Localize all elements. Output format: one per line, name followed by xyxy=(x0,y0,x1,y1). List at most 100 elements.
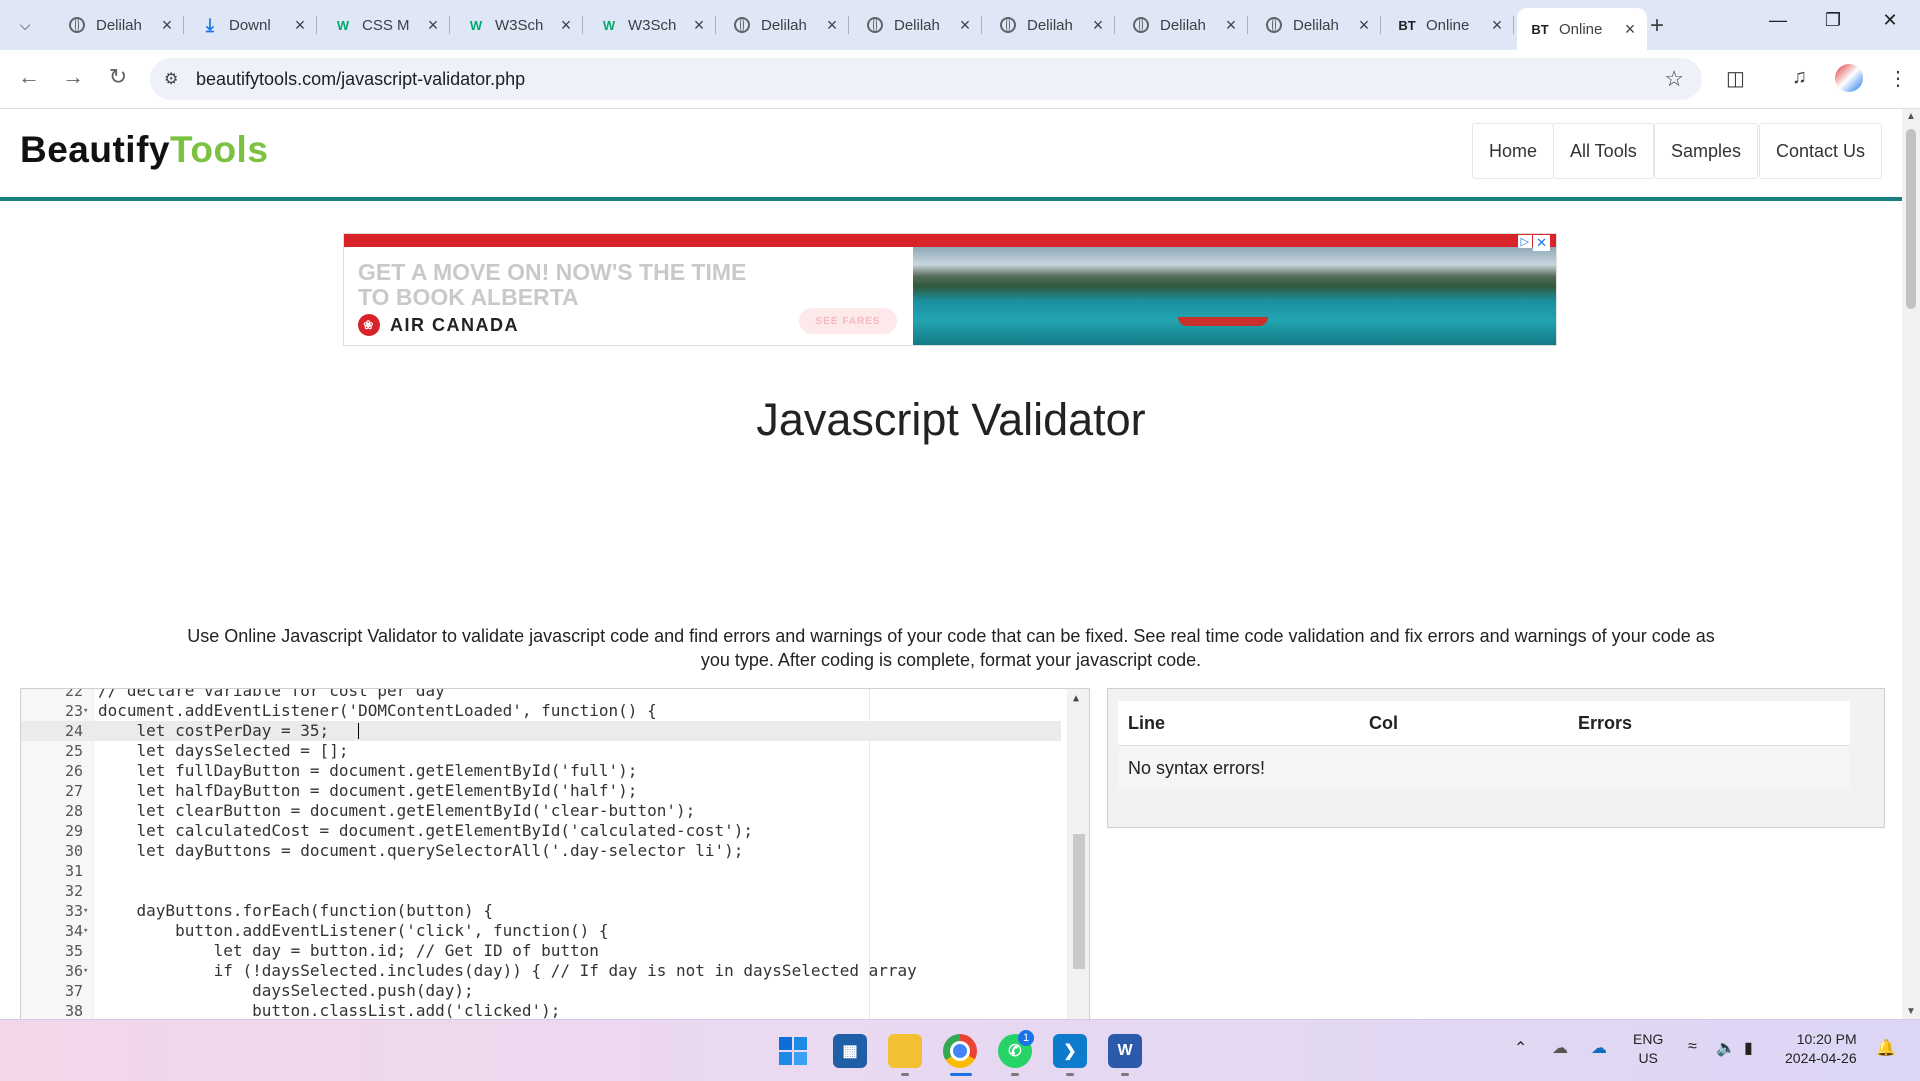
tab-search-chevron-icon[interactable]: ⌵ xyxy=(10,10,40,40)
restore-icon[interactable]: ❐ xyxy=(1813,10,1853,31)
battery-icon[interactable]: ▮ xyxy=(1744,1038,1753,1058)
code-line[interactable]: 22 // declare variable for cost per day xyxy=(21,689,1061,701)
code-line[interactable]: 27 let halfDayButton = document.getEleme… xyxy=(21,781,1061,801)
tab-close-icon[interactable]: × xyxy=(555,15,577,36)
tab-close-icon[interactable]: × xyxy=(1087,15,1109,36)
code-line[interactable]: 28 let clearButton = document.getElement… xyxy=(21,801,1061,821)
code-line[interactable]: 32 xyxy=(21,881,1061,901)
line-number: 34 xyxy=(64,922,83,940)
browser-tab[interactable]: Delilah × xyxy=(719,8,849,42)
code-line[interactable]: 38 button.classList.add('clicked'); xyxy=(21,1001,1061,1019)
fold-arrow-icon[interactable]: ▾ xyxy=(83,701,88,721)
tab-close-icon[interactable]: × xyxy=(289,15,311,36)
microsoft-store-icon[interactable]: ▦ xyxy=(833,1034,867,1068)
back-icon[interactable]: ← xyxy=(14,64,44,90)
tab-close-icon[interactable]: × xyxy=(1220,15,1242,36)
ad-close-icon[interactable]: ✕ xyxy=(1533,235,1550,251)
tab-close-icon[interactable]: × xyxy=(821,15,843,36)
notification-bell-icon[interactable]: 🔔 xyxy=(1876,1038,1896,1058)
editor-scroll-thumb[interactable] xyxy=(1073,834,1085,969)
address-bar[interactable]: ⚙ beautifytools.com/javascript-validator… xyxy=(150,58,1702,100)
url-text[interactable]: beautifytools.com/javascript-validator.p… xyxy=(196,69,525,90)
minimize-icon[interactable]: — xyxy=(1758,10,1798,31)
code-line[interactable]: 34 ▾ button.addEventListener('click', fun… xyxy=(21,921,1061,941)
close-window-icon[interactable]: ✕ xyxy=(1870,10,1910,31)
media-control-icon[interactable]: ♫ xyxy=(1792,66,1807,89)
editor-scrollbar[interactable]: ▲ xyxy=(1067,689,1089,1019)
tab-separator xyxy=(981,16,982,34)
windows-start-icon[interactable] xyxy=(776,1034,810,1068)
code-line[interactable]: 26 let fullDayButton = document.getEleme… xyxy=(21,761,1061,781)
line-number: 23 xyxy=(64,702,83,720)
tab-close-icon[interactable]: × xyxy=(688,15,710,36)
volume-icon[interactable]: 🔈 xyxy=(1716,1038,1736,1058)
scroll-up-icon[interactable]: ▲ xyxy=(1073,693,1079,704)
system-clock[interactable]: 10:20 PM 2024-04-26 xyxy=(1785,1030,1857,1068)
tab-close-icon[interactable]: × xyxy=(954,15,976,36)
code-editor[interactable]: 22// declare variable for cost per day 23… xyxy=(20,688,1090,1019)
onedrive-personal-icon[interactable]: ☁ xyxy=(1552,1038,1568,1058)
code-line[interactable]: 24 let costPerDay = 35; xyxy=(21,721,1061,741)
browser-tab[interactable]: W W3Sch × xyxy=(586,8,716,42)
tab-title: Online xyxy=(1559,20,1603,38)
file-explorer-icon[interactable] xyxy=(888,1034,922,1068)
nav-contact-us[interactable]: Contact Us xyxy=(1759,123,1883,179)
forward-icon[interactable]: → xyxy=(58,64,88,90)
menu-kebab-icon[interactable]: ⋮ xyxy=(1888,66,1908,91)
new-tab-button[interactable]: + xyxy=(1650,12,1664,40)
ad-cta-button[interactable]: SEE FARES xyxy=(799,308,897,334)
nav-all-tools[interactable]: All Tools xyxy=(1553,123,1654,179)
page-scroll-down-icon[interactable]: ▼ xyxy=(1906,1006,1916,1017)
browser-tab[interactable]: Delilah × xyxy=(1251,8,1381,42)
code-line[interactable]: 36 ▾ if (!daysSelected.includes(day)) { /… xyxy=(21,961,1061,981)
bookmark-star-icon[interactable]: ☆ xyxy=(1664,66,1684,92)
tab-close-icon[interactable]: × xyxy=(422,15,444,36)
browser-tab[interactable]: ⤓ Downl × xyxy=(187,8,317,42)
tab-close-icon[interactable]: × xyxy=(1486,15,1508,36)
page-scroll-up-icon[interactable]: ▲ xyxy=(1906,111,1916,122)
browser-tab[interactable]: W CSS M × xyxy=(320,8,450,42)
site-info-icon[interactable]: ⚙ xyxy=(164,69,178,89)
browser-tab[interactable]: Delilah × xyxy=(54,8,184,42)
browser-tab[interactable]: W W3Sch × xyxy=(453,8,583,42)
profile-avatar[interactable] xyxy=(1835,64,1863,92)
code-line[interactable]: 33 ▾ dayButtons.forEach(function(button) … xyxy=(21,901,1061,921)
globe-icon xyxy=(1132,16,1150,34)
fold-arrow-icon[interactable]: ▾ xyxy=(83,921,88,941)
code-line[interactable]: 30 let dayButtons = document.querySelect… xyxy=(21,841,1061,861)
extensions-icon[interactable]: ◫ xyxy=(1726,66,1745,91)
nav-samples[interactable]: Samples xyxy=(1654,123,1759,179)
browser-tab[interactable]: Delilah × xyxy=(852,8,982,42)
tab-close-icon[interactable]: × xyxy=(1353,15,1375,36)
page-scroll-thumb[interactable] xyxy=(1906,129,1916,309)
code-line[interactable]: 31 xyxy=(21,861,1061,881)
language-indicator[interactable]: ENG US xyxy=(1633,1030,1663,1068)
tab-close-icon[interactable]: × xyxy=(1619,19,1641,40)
fold-arrow-icon[interactable]: ▾ xyxy=(83,901,88,921)
wifi-icon[interactable]: ≈ xyxy=(1688,1038,1697,1056)
browser-tab[interactable]: Delilah × xyxy=(985,8,1115,42)
site-logo[interactable]: BeautifyTools xyxy=(20,129,268,171)
advertisement-banner[interactable]: GET A MOVE ON! NOW'S THE TIME TO BOOK AL… xyxy=(343,233,1557,346)
nav-home[interactable]: Home xyxy=(1472,123,1555,179)
line-number: 30 xyxy=(64,842,83,860)
fold-arrow-icon[interactable]: ▾ xyxy=(83,961,88,981)
onedrive-business-icon[interactable]: ☁ xyxy=(1591,1038,1607,1058)
word-icon[interactable]: W xyxy=(1108,1034,1142,1068)
show-hidden-icons-chevron[interactable]: ⌃ xyxy=(1514,1038,1527,1058)
code-line[interactable]: 37 daysSelected.push(day); xyxy=(21,981,1061,1001)
vscode-icon[interactable]: ❯ xyxy=(1053,1034,1087,1068)
col-col-header: Col xyxy=(1359,701,1568,746)
code-line[interactable]: 29 let calculatedCost = document.getElem… xyxy=(21,821,1061,841)
browser-tab[interactable]: BT Online × xyxy=(1384,8,1514,42)
code-line[interactable]: 25 let daysSelected = []; xyxy=(21,741,1061,761)
tab-close-icon[interactable]: × xyxy=(156,15,178,36)
code-line[interactable]: 23 ▾ document.addEventListener('DOMContent… xyxy=(21,701,1061,721)
adchoices-icon[interactable]: ▷ xyxy=(1517,235,1532,248)
browser-tab[interactable]: Delilah × xyxy=(1118,8,1248,42)
code-line[interactable]: 35 let day = button.id; // Get ID of but… xyxy=(21,941,1061,961)
browser-tab[interactable]: BT Online × xyxy=(1517,8,1647,50)
reload-icon[interactable]: ↻ xyxy=(103,64,133,90)
page-scrollbar[interactable]: ▲ ▼ xyxy=(1902,109,1920,1019)
chrome-icon[interactable] xyxy=(943,1034,977,1068)
